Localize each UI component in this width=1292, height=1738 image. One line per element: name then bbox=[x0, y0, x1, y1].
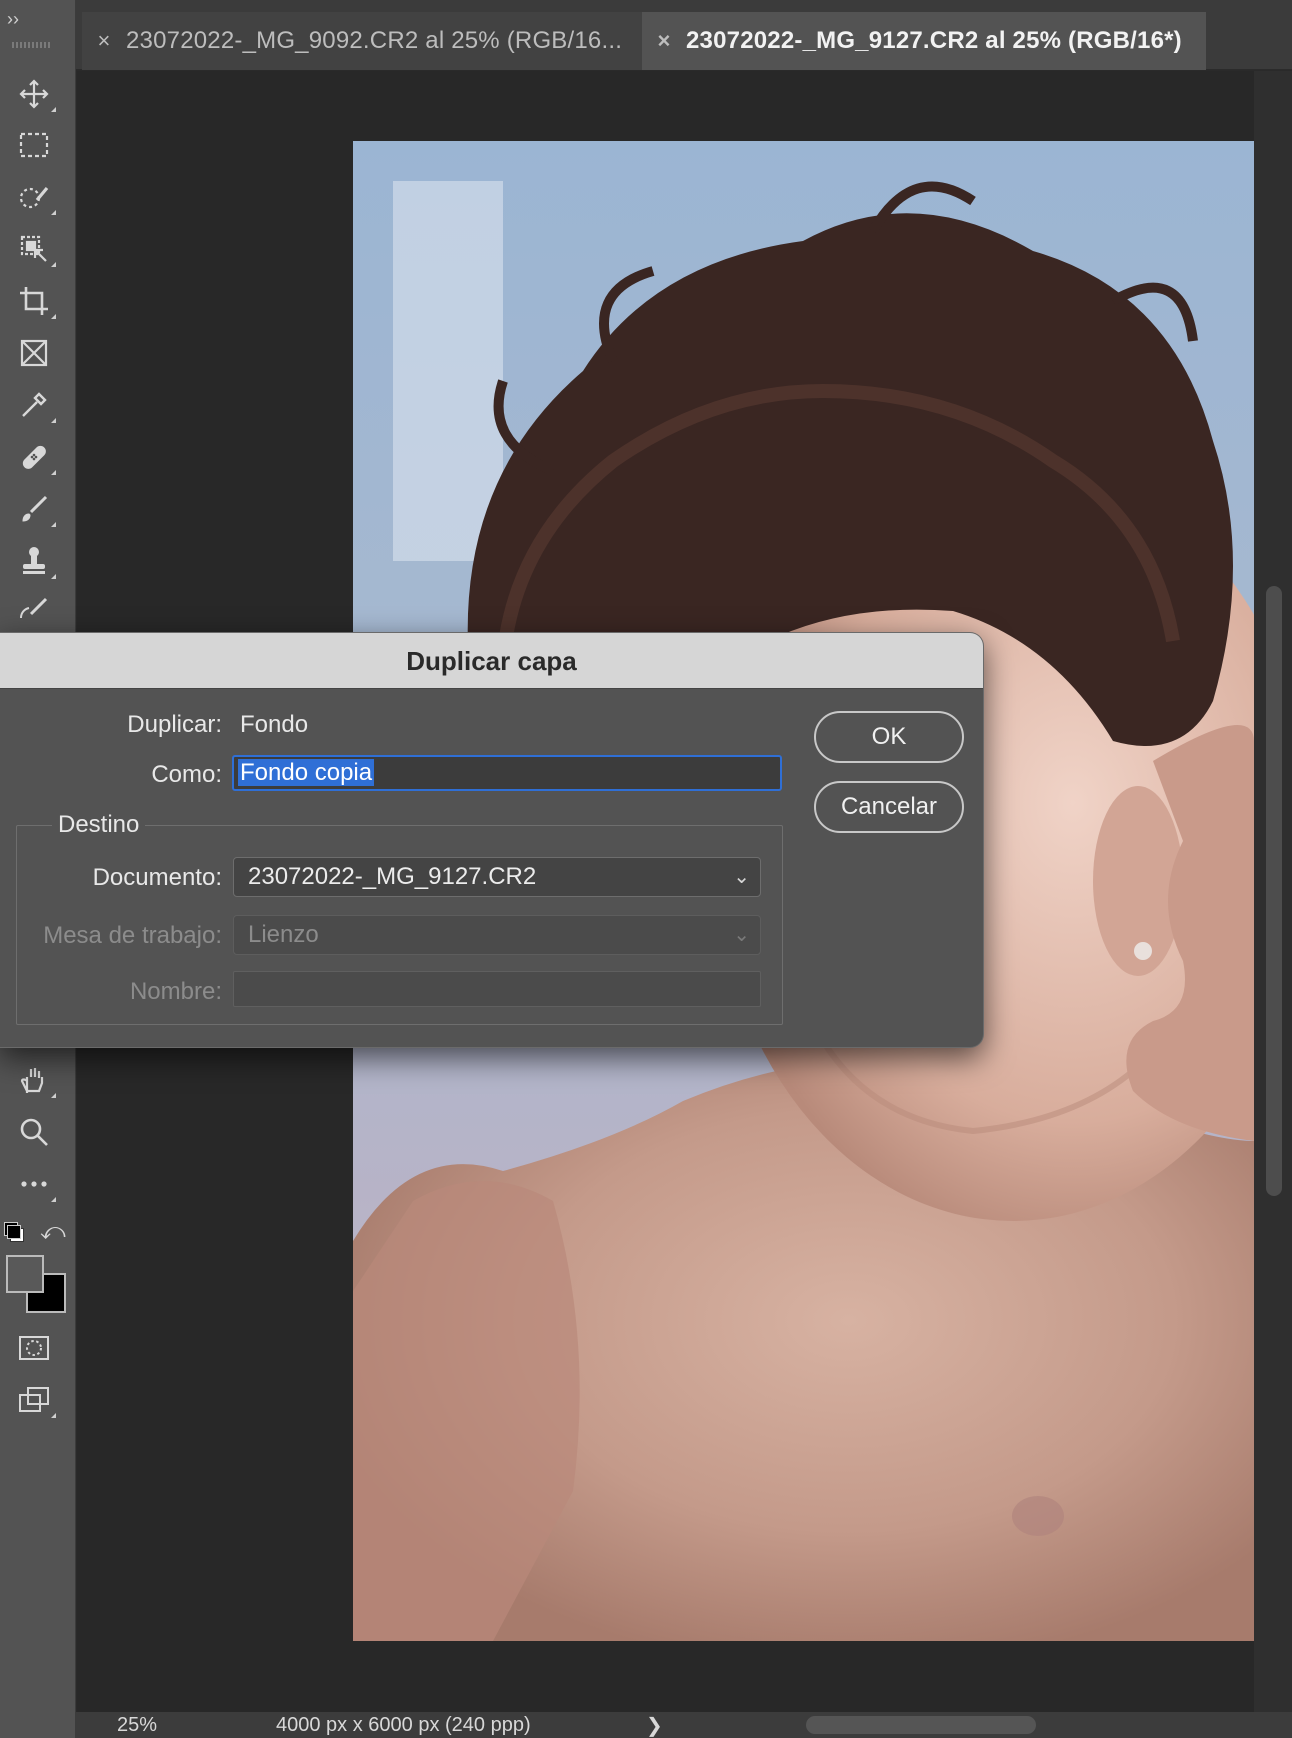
chevron-down-icon: ⌄ bbox=[733, 866, 750, 888]
zoom-icon[interactable] bbox=[12, 1110, 56, 1154]
mesa-label: Mesa de trabajo: bbox=[43, 922, 222, 949]
status-menu-arrow-icon[interactable]: ❯ bbox=[646, 1713, 663, 1738]
horizontal-scrollbar-thumb[interactable] bbox=[806, 1716, 1036, 1734]
ok-button[interactable]: OK bbox=[814, 711, 964, 763]
documento-value: 23072022-_MG_9127.CR2 bbox=[248, 863, 537, 890]
close-tab-icon[interactable]: × bbox=[82, 28, 126, 54]
chevron-down-icon: ⌄ bbox=[733, 924, 750, 946]
frame-icon[interactable] bbox=[12, 331, 56, 375]
cancel-button[interactable]: Cancelar bbox=[814, 781, 964, 833]
documento-select[interactable]: 23072022-_MG_9127.CR2 ⌄ bbox=[233, 857, 761, 897]
panel-grip[interactable] bbox=[12, 42, 52, 48]
foreground-background-icon[interactable] bbox=[6, 1255, 66, 1315]
duplicate-layer-dialog: Duplicar capa Duplicar: Fondo Como: Fond… bbox=[0, 632, 984, 1048]
healing-brush-icon[interactable] bbox=[12, 435, 56, 479]
brush-icon[interactable] bbox=[12, 487, 56, 531]
default-colors-icon[interactable] bbox=[4, 1222, 26, 1244]
screen-mode-icon[interactable] bbox=[12, 1378, 56, 1422]
more-tools-icon[interactable] bbox=[12, 1162, 56, 1206]
object-selection-icon[interactable] bbox=[12, 227, 56, 271]
destino-legend: Destino bbox=[52, 811, 146, 839]
document-tabs: × 23072022-_MG_9092.CR2 al 25% (RGB/16..… bbox=[76, 0, 1292, 70]
como-selected-text: Fondo copia bbox=[238, 759, 375, 786]
tab-label: 23072022-_MG_9127.CR2 al 25% (RGB/16*) bbox=[686, 27, 1182, 54]
scrollbar-thumb[interactable] bbox=[1266, 586, 1282, 1196]
como-input[interactable]: Fondo copia bbox=[232, 755, 782, 791]
crop-icon[interactable] bbox=[12, 279, 56, 323]
status-bar: 25% 4000 px x 6000 px (240 ppp) ❯ bbox=[76, 1712, 1292, 1738]
mesa-value: Lienzo bbox=[248, 921, 319, 948]
dialog-title: Duplicar capa bbox=[0, 633, 983, 689]
swap-colors-icon[interactable]: ⤺ bbox=[40, 1218, 66, 1246]
nombre-input bbox=[233, 971, 761, 1007]
quick-mask-icon[interactable] bbox=[12, 1326, 56, 1370]
como-label: Como: bbox=[151, 761, 222, 788]
move-icon[interactable] bbox=[12, 72, 56, 116]
vertical-scrollbar[interactable] bbox=[1254, 71, 1292, 1721]
clone-stamp-icon[interactable] bbox=[12, 539, 56, 583]
duplicar-label: Duplicar: bbox=[127, 711, 222, 738]
tab-document-9092[interactable]: × 23072022-_MG_9092.CR2 al 25% (RGB/16..… bbox=[82, 12, 644, 70]
hand-icon[interactable] bbox=[12, 1058, 56, 1102]
tab-label: 23072022-_MG_9092.CR2 al 25% (RGB/16... bbox=[126, 27, 623, 54]
marquee-icon[interactable] bbox=[12, 123, 56, 167]
documento-label: Documento: bbox=[92, 864, 222, 891]
close-tab-icon[interactable]: × bbox=[642, 28, 686, 54]
tab-document-9127[interactable]: × 23072022-_MG_9127.CR2 al 25% (RGB/16*) bbox=[642, 12, 1206, 70]
quick-selection-icon[interactable] bbox=[12, 175, 56, 219]
document-info: 4000 px x 6000 px (240 ppp) bbox=[276, 1714, 531, 1736]
nombre-label: Nombre: bbox=[129, 978, 222, 1005]
duplicar-value: Fondo bbox=[240, 711, 309, 738]
history-brush-icon[interactable] bbox=[12, 589, 56, 633]
eyedropper-icon[interactable] bbox=[12, 383, 56, 427]
collapse-panel-icon[interactable]: ›› bbox=[7, 10, 19, 28]
zoom-level[interactable]: 25% bbox=[117, 1714, 157, 1737]
mesa-select: Lienzo ⌄ bbox=[233, 915, 761, 955]
